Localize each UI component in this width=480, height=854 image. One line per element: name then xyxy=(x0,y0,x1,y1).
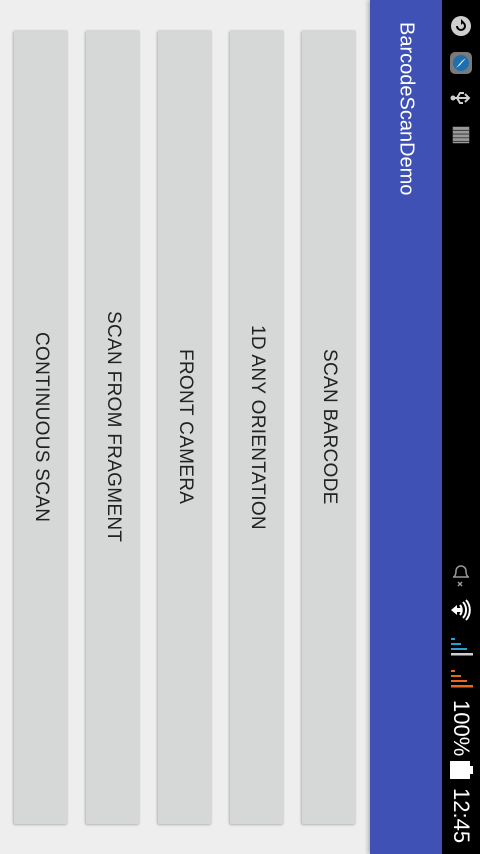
wifi-icon xyxy=(451,599,471,621)
battery-icon xyxy=(450,761,473,779)
button-label: FRONT CAMERA xyxy=(175,349,196,505)
button-label: SCAN FROM FRAGMENT xyxy=(103,311,124,543)
front-camera-button[interactable]: FRONT CAMERA xyxy=(158,30,212,824)
usb-icon xyxy=(450,92,471,104)
compass-icon xyxy=(450,52,472,74)
button-label: CONTINUOUS SCAN xyxy=(31,331,52,523)
data-signal-icon xyxy=(451,670,473,688)
1d-any-orientation-button[interactable]: 1D ANY ORIENTATION xyxy=(230,30,284,824)
status-time: 12:45 xyxy=(449,788,474,844)
button-label: SCAN BARCODE xyxy=(319,349,340,505)
continuous-scan-button[interactable]: CONTINUOUS SCAN xyxy=(14,30,68,824)
app-title: BarcodeScanDemo xyxy=(395,22,418,196)
signal-icon xyxy=(451,638,473,656)
scan-from-fragment-button[interactable]: SCAN FROM FRAGMENT xyxy=(86,30,140,824)
alarm-off-icon xyxy=(452,565,470,587)
status-bar: 100% 12:45 xyxy=(442,0,480,854)
scan-barcode-button[interactable]: SCAN BARCODE xyxy=(302,30,356,824)
refresh-icon xyxy=(451,16,471,36)
battery-percent: 100% xyxy=(449,700,474,757)
storage-icon xyxy=(452,126,470,144)
button-label: 1D ANY ORIENTATION xyxy=(247,324,268,530)
app-bar: BarcodeScanDemo xyxy=(370,0,442,854)
